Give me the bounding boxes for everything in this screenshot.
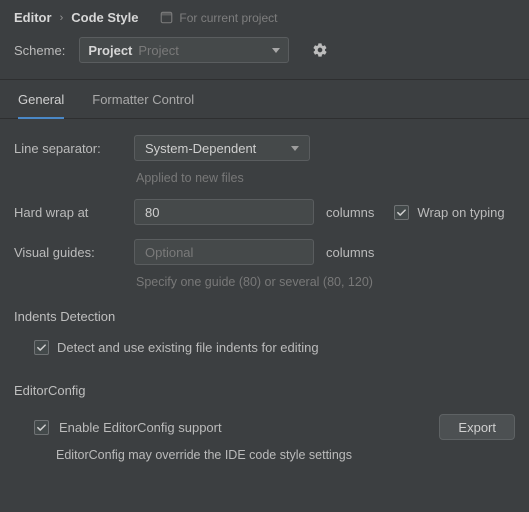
visual-guides-label: Visual guides: (14, 245, 122, 260)
line-separator-select[interactable]: System-Dependent (134, 135, 310, 161)
scheme-settings-button[interactable] (309, 39, 331, 61)
tab-formatter-control[interactable]: Formatter Control (92, 92, 194, 119)
breadcrumb-editor[interactable]: Editor (14, 10, 52, 25)
detect-indents-label: Detect and use existing file indents for… (57, 340, 319, 355)
editorconfig-title: EditorConfig (0, 377, 529, 404)
enable-editorconfig-checkbox[interactable] (34, 420, 49, 435)
enable-editorconfig-label: Enable EditorConfig support (59, 420, 222, 435)
breadcrumb-code-style: Code Style (71, 10, 138, 25)
hard-wrap-input[interactable]: 80 (134, 199, 314, 225)
scheme-dropdown[interactable]: Project Project (79, 37, 289, 63)
line-separator-value: System-Dependent (145, 141, 256, 156)
visual-guides-hint: Specify one guide (80) or several (80, 1… (136, 275, 515, 289)
visual-guides-row: Visual guides: Optional columns (14, 239, 515, 265)
editorconfig-row: Enable EditorConfig support Export (34, 414, 515, 440)
project-scope-icon (160, 11, 173, 24)
code-style-tabs: General Formatter Control (0, 80, 529, 119)
hard-wrap-row: Hard wrap at 80 columns Wrap on typing (14, 199, 515, 225)
line-separator-label: Line separator: (14, 141, 122, 156)
hard-wrap-unit: columns (326, 205, 374, 220)
visual-guides-placeholder: Optional (145, 245, 193, 260)
chevron-right-icon: › (60, 12, 64, 24)
export-button[interactable]: Export (439, 414, 515, 440)
indents-detection-title: Indents Detection (0, 303, 529, 330)
scheme-value: Project (88, 43, 132, 58)
scheme-label: Scheme: (14, 43, 65, 58)
settings-header: Editor › Code Style For current project (0, 0, 529, 31)
detect-indents-row: Detect and use existing file indents for… (34, 340, 515, 355)
scheme-value-sub: Project (138, 43, 178, 58)
hard-wrap-value: 80 (145, 205, 159, 220)
current-project-label: For current project (179, 11, 277, 25)
wrap-on-typing-label: Wrap on typing (417, 205, 504, 220)
editorconfig-hint: EditorConfig may override the IDE code s… (56, 448, 515, 462)
current-project-badge: For current project (160, 11, 277, 25)
visual-guides-unit: columns (326, 245, 374, 260)
chevron-down-icon (291, 146, 299, 151)
tab-general[interactable]: General (18, 92, 64, 119)
line-separator-row: Line separator: System-Dependent (14, 135, 515, 161)
line-separator-hint: Applied to new files (136, 171, 515, 185)
wrap-on-typing-checkbox[interactable] (394, 205, 409, 220)
scheme-row: Scheme: Project Project (0, 31, 529, 79)
chevron-down-icon (272, 48, 280, 53)
hard-wrap-label: Hard wrap at (14, 205, 122, 220)
visual-guides-input[interactable]: Optional (134, 239, 314, 265)
detect-indents-checkbox[interactable] (34, 340, 49, 355)
